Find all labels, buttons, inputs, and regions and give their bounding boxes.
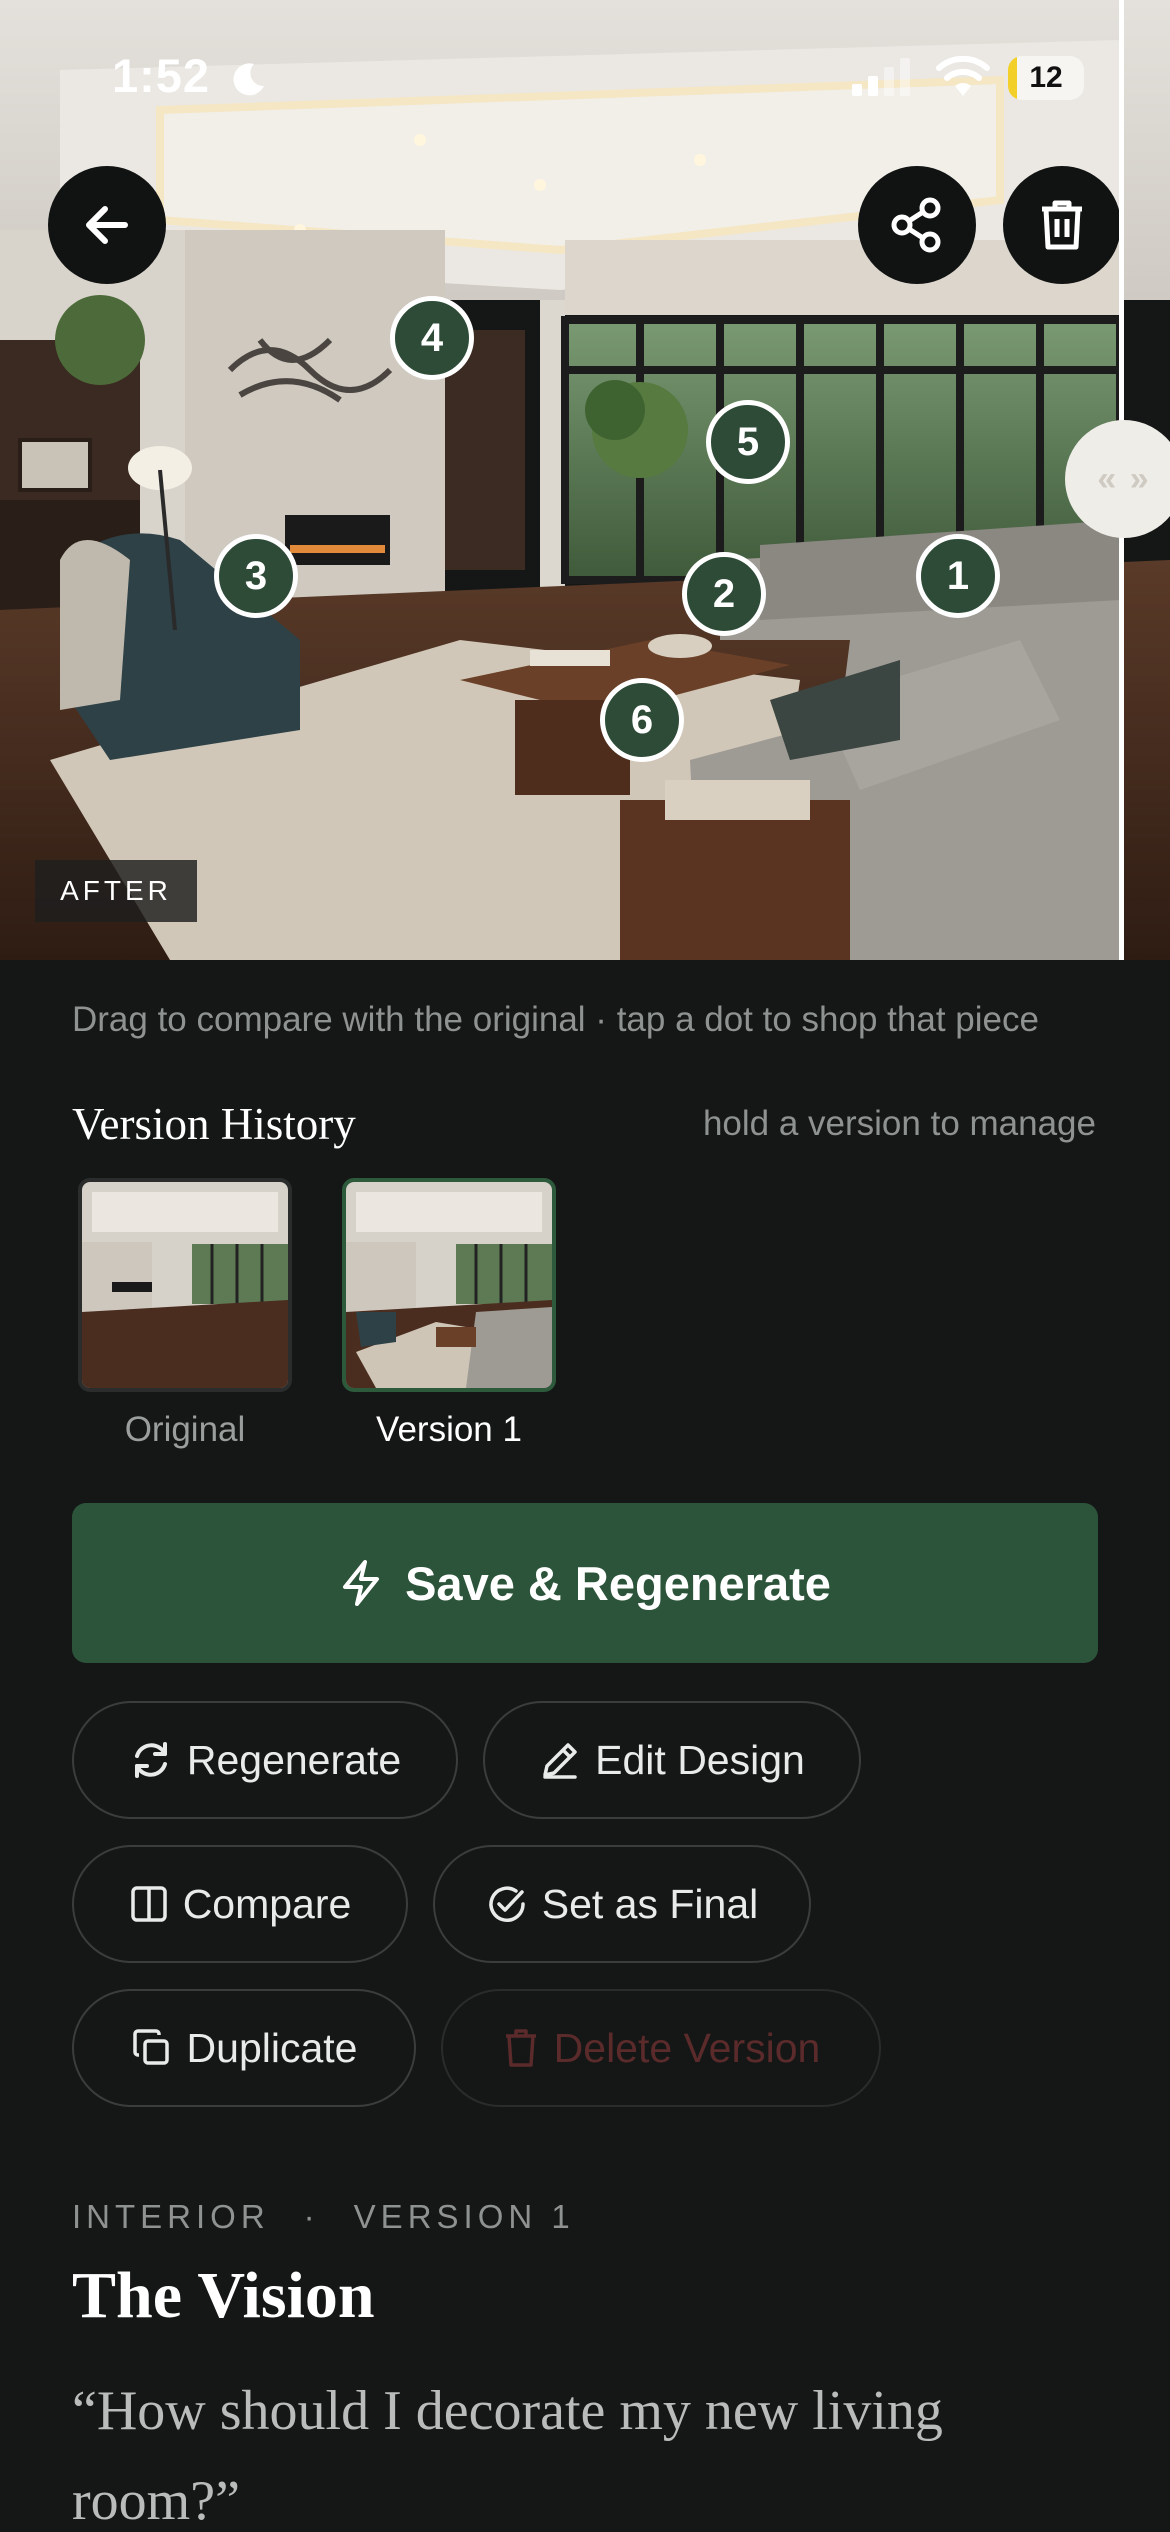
regenerate-button[interactable]: Regenerate: [72, 1701, 458, 1819]
pencil-icon: [543, 1743, 577, 1779]
delete-version-button[interactable]: Delete Version: [441, 1989, 881, 2107]
compare-icon: [130, 1886, 167, 1922]
version-thumbnail-original[interactable]: [78, 1178, 292, 1392]
hotspot-5[interactable]: 5: [706, 400, 790, 484]
hotspot-4[interactable]: 4: [390, 296, 474, 380]
hotspot-6[interactable]: 6: [600, 678, 684, 762]
version-history-hint: hold a version to manage: [702, 1104, 1096, 1143]
delete-version-label: Delete Version: [553, 2024, 821, 2071]
signal-icon: [852, 58, 910, 96]
back-arrow-icon: [86, 206, 128, 244]
original-thumbnail-image: [82, 1182, 288, 1388]
compare-button[interactable]: Compare: [72, 1845, 408, 1963]
status-time: 1:52: [112, 49, 211, 102]
moon-icon: [233, 63, 264, 96]
share-button[interactable]: [858, 166, 976, 284]
compare-hint: Drag to compare with the original · tap …: [72, 1000, 1039, 1039]
save-and-regenerate-button[interactable]: Save & Regenerate: [72, 1503, 1098, 1663]
version-label: VERSION 1: [353, 2198, 575, 2235]
bolt-icon: [343, 1560, 380, 1606]
delete-image-button[interactable]: [1003, 166, 1121, 284]
regenerate-label: Regenerate: [186, 1736, 402, 1783]
design-meta: INTERIOR · VERSION 1: [72, 2198, 575, 2236]
battery-level: 12: [1029, 61, 1063, 94]
status-bar: 1:52 12: [0, 0, 1170, 150]
vision-title: The Vision: [72, 2259, 375, 2332]
check-circle-icon: [489, 1886, 525, 1922]
category-label: INTERIOR: [72, 2198, 270, 2235]
compare-label: Compare: [182, 1880, 352, 1927]
wifi-icon: [936, 56, 990, 96]
version-label-original: Original: [124, 1410, 246, 1449]
compare-handle-arrows: « »: [1097, 459, 1151, 498]
trash-icon: [1042, 200, 1082, 250]
hotspot-3[interactable]: 3: [214, 534, 298, 618]
refresh-icon: [134, 1742, 167, 1778]
hotspot-1[interactable]: 1: [916, 534, 1000, 618]
save-and-regenerate-label: Save & Regenerate: [405, 1556, 831, 1610]
version-thumbnail-version-1[interactable]: [342, 1178, 556, 1392]
meta-separator: ·: [303, 2198, 320, 2235]
share-icon: [891, 197, 941, 253]
vision-prompt-quote: “How should I decorate my new living roo…: [72, 2380, 943, 2532]
version-1-thumbnail-image: [346, 1182, 552, 1388]
hotspot-2[interactable]: 2: [682, 552, 766, 636]
duplicate-icon: [132, 2029, 169, 2065]
set-as-final-button[interactable]: Set as Final: [433, 1845, 811, 1963]
after-image[interactable]: 1:52 12 1 2 3 4 5 6 « » AFTER: [0, 0, 1170, 960]
after-label: AFTER: [35, 860, 197, 922]
version-history-title: Version History: [72, 1099, 356, 1149]
trash-icon: [505, 2029, 536, 2067]
duplicate-label: Duplicate: [186, 2024, 358, 2071]
set-as-final-label: Set as Final: [541, 1880, 759, 1927]
back-button[interactable]: [48, 166, 166, 284]
edit-design-label: Edit Design: [595, 1736, 805, 1783]
duplicate-button[interactable]: Duplicate: [72, 1989, 416, 2107]
battery-indicator: 12: [1008, 56, 1084, 100]
edit-design-button[interactable]: Edit Design: [483, 1701, 861, 1819]
version-label-version-1: Version 1: [376, 1410, 522, 1449]
